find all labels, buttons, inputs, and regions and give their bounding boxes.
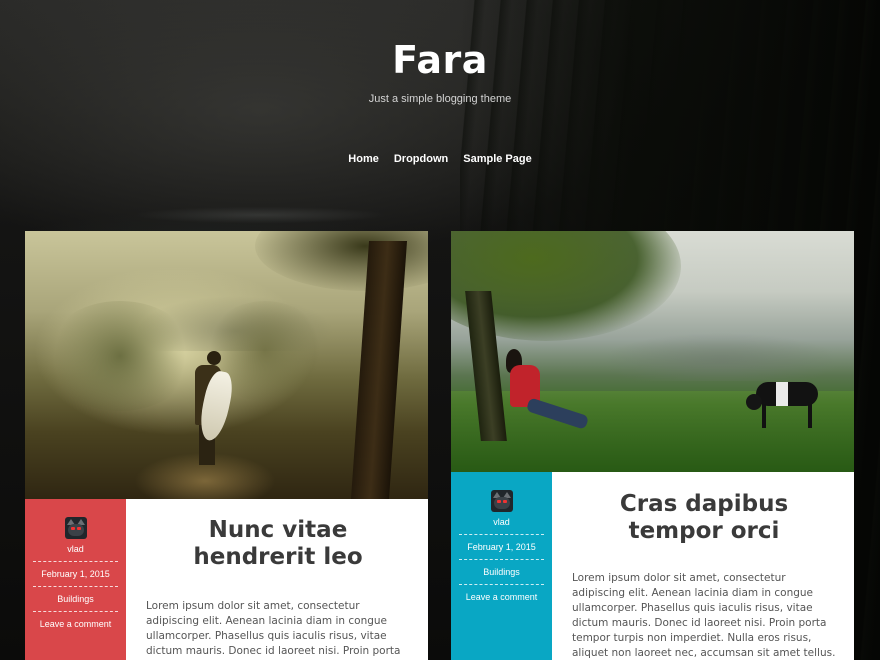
author-avatar	[490, 490, 513, 512]
leave-comment-link[interactable]: Leave a comment	[459, 584, 544, 609]
post-date-link[interactable]: February 1, 2015	[33, 561, 118, 586]
post-excerpt: Lorem ipsum dolor sit amet, consectetur …	[146, 600, 401, 657]
post-title[interactable]: Cras dapibus tempor orci	[572, 491, 836, 545]
nav-item-sample-page[interactable]: Sample Page	[463, 153, 531, 165]
site-description: Just a simple blogging theme	[368, 93, 512, 105]
nav-item-dropdown[interactable]: Dropdown	[394, 153, 448, 165]
author-avatar	[64, 517, 87, 539]
nav-item-home[interactable]: Home	[348, 153, 379, 165]
post-category-link[interactable]: Buildings	[33, 586, 118, 611]
post-card: vlad February 1, 2015 Buildings Leave a …	[451, 231, 854, 660]
site-title[interactable]: Fara	[0, 38, 880, 82]
leave-comment-link[interactable]: Leave a comment	[33, 611, 118, 636]
site-header: Fara Just a simple blogging theme Home D…	[0, 0, 880, 230]
post-thumbnail[interactable]	[451, 231, 854, 472]
main-navigation: Home Dropdown Sample Page	[0, 153, 880, 165]
post-category-link[interactable]: Buildings	[459, 559, 544, 584]
post-author-link[interactable]: vlad	[33, 544, 118, 554]
post-thumbnail[interactable]	[25, 231, 428, 499]
post-card: vlad February 1, 2015 Buildings Leave a …	[25, 231, 428, 660]
post-meta: vlad February 1, 2015 Buildings Leave a …	[451, 472, 552, 660]
post-meta: vlad February 1, 2015 Buildings Leave a …	[25, 499, 126, 660]
post-date-link[interactable]: February 1, 2015	[459, 534, 544, 559]
post-excerpt: Lorem ipsum dolor sit amet, consectetur …	[572, 572, 836, 659]
post-title[interactable]: Nunc vitae hendrerit leo	[146, 517, 410, 571]
post-author-link[interactable]: vlad	[459, 517, 544, 527]
